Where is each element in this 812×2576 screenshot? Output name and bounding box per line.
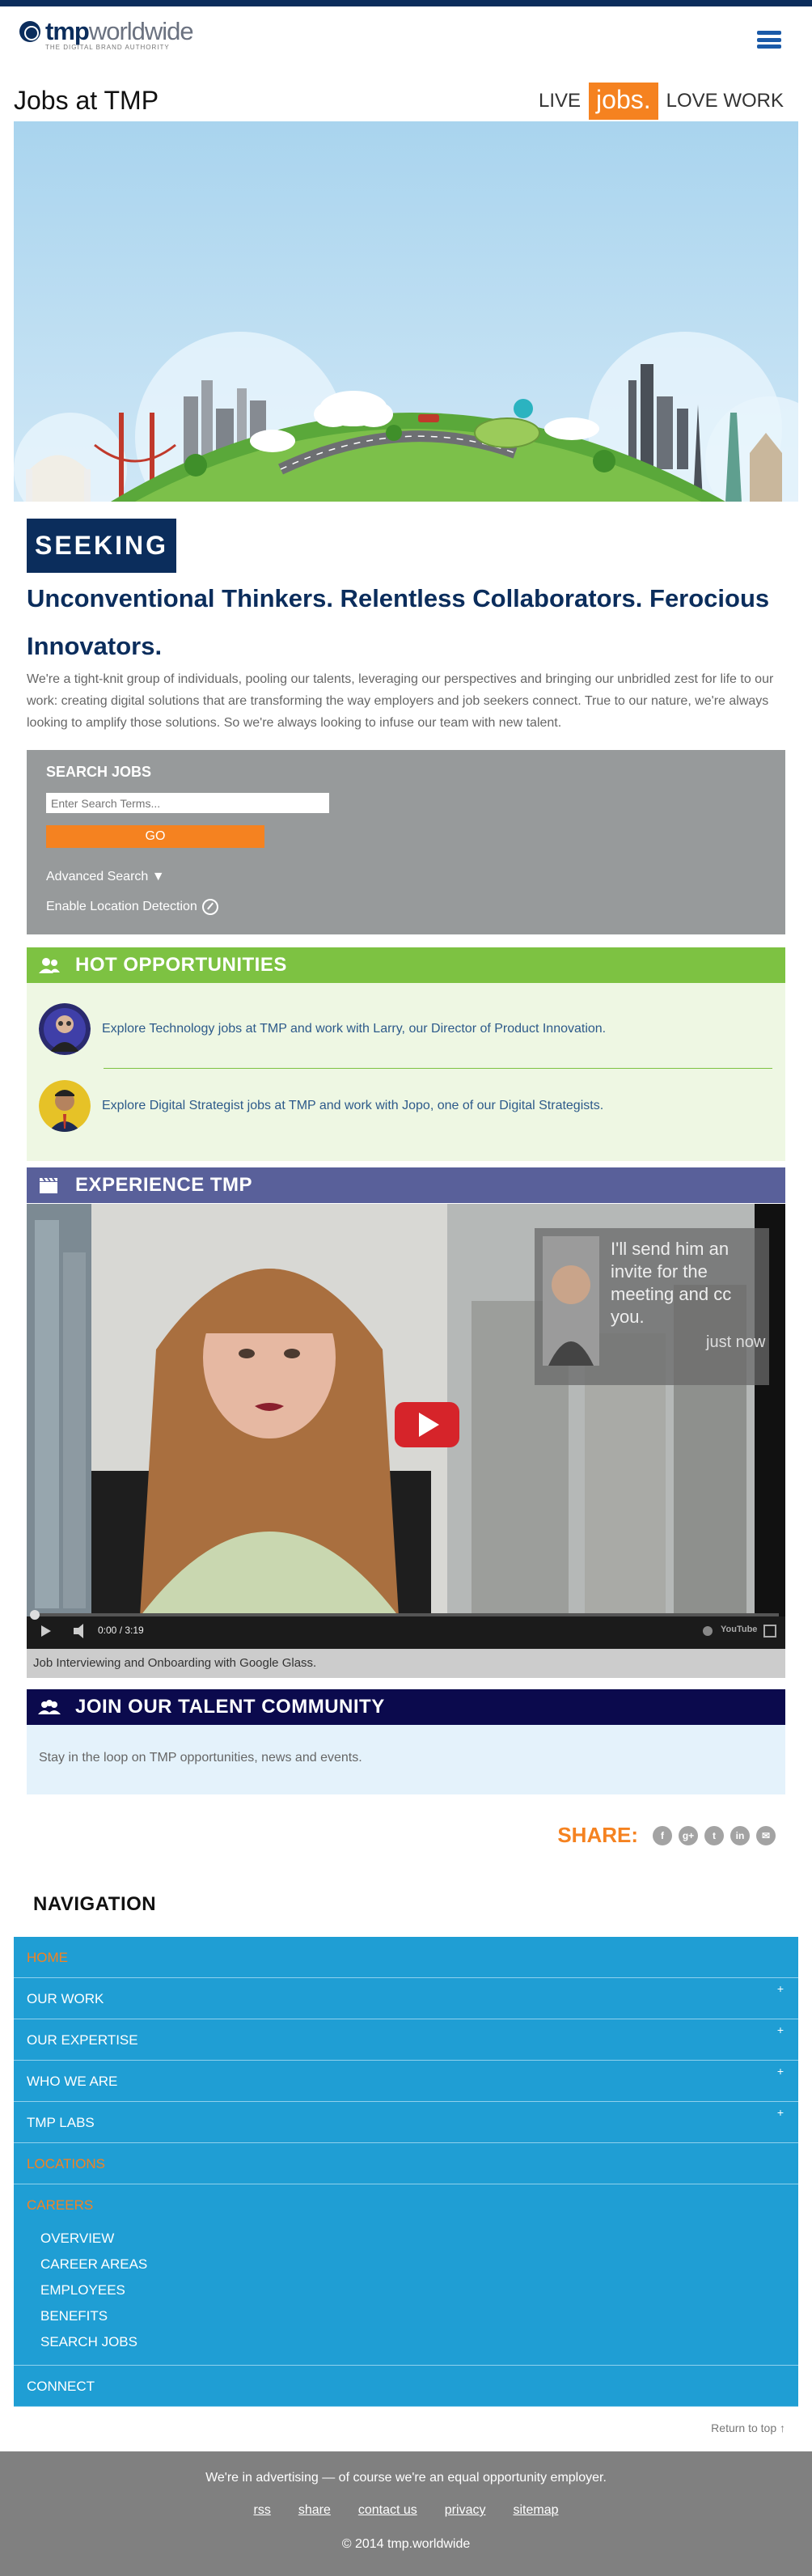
nav-item-home[interactable]: HOME (14, 1937, 798, 1978)
twitter-icon[interactable]: t (704, 1825, 724, 1845)
navigation-title: NAVIGATION (33, 1893, 157, 1915)
tmp-logo[interactable]: tmpworldwide (19, 17, 194, 45)
expand-icon[interactable]: + (777, 2051, 784, 2092)
hot-opportunities-list: Explore Technology jobs at TMP and work … (27, 983, 785, 1161)
search-jobs-panel: SEARCH JOBS GO Advanced Search ▼ Enable … (27, 750, 785, 934)
experience-tmp-header: EXPERIENCE TMP (27, 1167, 785, 1203)
live-jobs-slogan: LIVE jobs. LOVE WORK (539, 83, 784, 120)
facebook-icon[interactable]: f (653, 1825, 672, 1845)
nav-subitem-search-jobs[interactable]: SEARCH JOBS (14, 2329, 798, 2355)
nav-item-tmp-labs[interactable]: TMP LABS + (14, 2102, 798, 2143)
search-jobs-title: SEARCH JOBS (46, 764, 152, 780)
video-player[interactable]: I'll send him an invite for the meeting … (27, 1204, 785, 1649)
advanced-search-toggle[interactable]: Advanced Search ▼ (46, 870, 165, 884)
nav-item-locations[interactable]: LOCATIONS (14, 2143, 798, 2184)
logo-globe-icon (19, 21, 40, 42)
footer-link-contact[interactable]: contact us (358, 2503, 417, 2518)
email-icon[interactable]: ✉ (756, 1825, 776, 1845)
search-input[interactable] (46, 793, 329, 813)
video-overlay-text: I'll send him an invite for the meeting … (611, 1239, 732, 1327)
slogan-love-work: LOVE WORK (666, 90, 784, 112)
opportunity-link[interactable]: Explore Digital Strategist jobs at TMP a… (102, 1099, 603, 1113)
linkedin-icon[interactable]: in (730, 1825, 750, 1845)
site-navigation: HOME OUR WORK + OUR EXPERTISE + WHO WE ARE… (14, 1937, 798, 2407)
talent-community-header[interactable]: JOIN OUR TALENT COMMUNITY (27, 1689, 785, 1725)
group-icon (38, 1700, 61, 1714)
slogan-live: LIVE (539, 90, 582, 112)
location-detection-toggle[interactable]: Enable Location Detection (46, 899, 218, 915)
divider (104, 1068, 772, 1069)
nav-subitem-career-areas[interactable]: CAREER AREAS (14, 2252, 798, 2277)
nav-item-our-work[interactable]: OUR WORK + (14, 1978, 798, 2019)
clapperboard-icon (40, 1177, 57, 1193)
careers-submenu: OVERVIEW CAREER AREAS EMPLOYEES BENEFITS… (14, 2226, 798, 2366)
nav-item-who-we-are[interactable]: WHO WE ARE + (14, 2061, 798, 2102)
nav-label: OUR EXPERTISE (27, 2032, 138, 2048)
experience-tmp-title: EXPERIENCE TMP (75, 1174, 253, 1196)
nav-subitem-overview[interactable]: OVERVIEW (14, 2226, 798, 2252)
googleplus-icon[interactable]: g+ (679, 1825, 698, 1845)
people-icon (39, 958, 60, 973)
seeking-badge: SEEKING (27, 519, 176, 573)
site-footer: We're in advertising — of course we're a… (0, 2451, 812, 2576)
expand-icon[interactable]: + (777, 1968, 784, 2010)
top-accent-bar (0, 0, 812, 6)
avatar (39, 1003, 91, 1055)
footer-link-sitemap[interactable]: sitemap (513, 2503, 558, 2518)
nav-subitem-benefits[interactable]: BENEFITS (14, 2303, 798, 2329)
footer-link-privacy[interactable]: privacy (445, 2503, 486, 2518)
expand-icon[interactable]: + (777, 2010, 784, 2051)
logo-tagline: THE DIGITAL BRAND AUTHORITY (45, 44, 170, 51)
hot-opportunities-header: HOT OPPORTUNITIES (27, 947, 785, 983)
compass-icon (201, 899, 218, 915)
footer-link-rss[interactable]: rss (253, 2503, 270, 2518)
go-button[interactable]: GO (46, 825, 264, 848)
talent-community-title: JOIN OUR TALENT COMMUNITY (75, 1696, 385, 1718)
location-detection-label: Enable Location Detection (46, 900, 197, 913)
nav-item-careers[interactable]: CAREERS (14, 2184, 798, 2226)
title-row: Jobs at TMP LIVE jobs. LOVE WORK (0, 60, 812, 121)
slogan-jobs: jobs. (589, 83, 658, 120)
nav-label: WHO WE ARE (27, 2074, 118, 2089)
nav-item-our-expertise[interactable]: OUR EXPERTISE + (14, 2019, 798, 2061)
intro-paragraph: We're a tight-knit group of individuals,… (27, 672, 774, 730)
video-overlay-time: just now (706, 1333, 766, 1351)
list-item[interactable]: Explore Digital Strategist jobs at TMP a… (39, 1080, 775, 1132)
youtube-logo[interactable]: YouTube (721, 1625, 757, 1634)
equal-opportunity-statement: We're in advertising — of course we're a… (205, 2471, 607, 2485)
hamburger-icon[interactable] (757, 31, 781, 49)
copyright: © 2014 tmp.worldwide (341, 2537, 471, 2551)
site-header: tmpworldwide THE DIGITAL BRAND AUTHORITY (0, 6, 812, 60)
nav-label: OUR WORK (27, 1991, 104, 2006)
expand-icon[interactable]: + (777, 2092, 784, 2133)
logo-wordmark: tmpworldwide (45, 17, 194, 45)
avatar (39, 1080, 91, 1132)
nav-label: TMP LABS (27, 2115, 95, 2130)
share-bar: SHARE: f g+ t in ✉ (557, 1823, 776, 1848)
list-item[interactable]: Explore Technology jobs at TMP and work … (39, 1003, 775, 1055)
recruiting-headline: Unconventional Thinkers. Relentless Coll… (27, 584, 770, 660)
video-time: 0:00 / 3:19 (98, 1625, 144, 1636)
footer-link-share[interactable]: share (298, 2503, 331, 2518)
nav-subitem-employees[interactable]: EMPLOYEES (14, 2277, 798, 2303)
page-title: Jobs at TMP (14, 86, 159, 115)
hot-opportunities-title: HOT OPPORTUNITIES (75, 954, 287, 976)
talent-community-body: Stay in the loop on TMP opportunities, n… (27, 1725, 785, 1794)
share-label: SHARE: (557, 1823, 638, 1847)
hero-city-illustration (14, 121, 798, 502)
video-caption: Job Interviewing and Onboarding with Goo… (27, 1649, 785, 1678)
footer-links: rss share contact us privacy sitemap (0, 2503, 812, 2518)
opportunity-link[interactable]: Explore Technology jobs at TMP and work … (102, 1022, 606, 1036)
nav-item-connect[interactable]: CONNECT (14, 2366, 798, 2407)
return-to-top-link[interactable]: Return to top ↑ (711, 2421, 785, 2434)
